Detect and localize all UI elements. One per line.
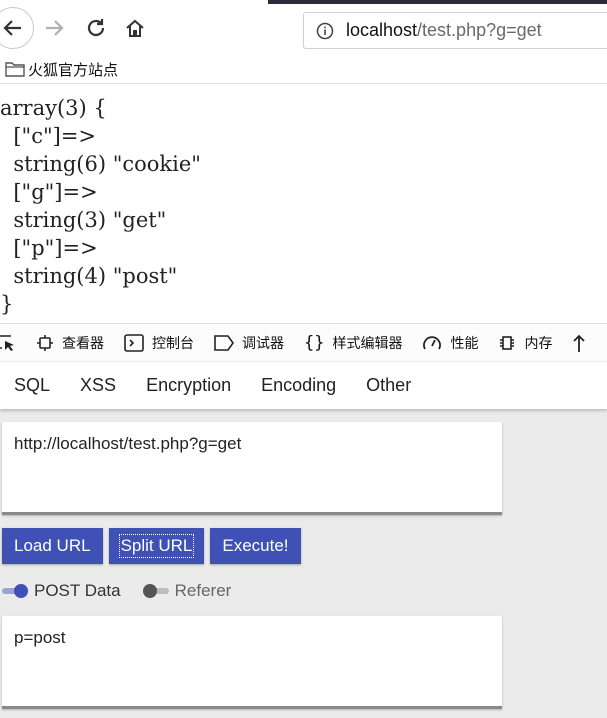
devtools-toolbar: 查看器 控制台 调试器 {} 样式编辑器 性能 内存 — [0, 323, 607, 361]
referer-toggle[interactable] — [142, 584, 171, 598]
toggle-knob — [142, 584, 157, 598]
menu-xss[interactable]: XSS — [80, 375, 116, 396]
divider — [0, 83, 607, 84]
dump-line: } — [0, 292, 14, 316]
tab-inspector[interactable]: 查看器 — [36, 333, 104, 353]
bookmark-toolbar: 火狐官方站点 — [0, 56, 607, 82]
back-button[interactable] — [0, 7, 34, 49]
arrow-left-icon — [3, 20, 21, 36]
action-buttons: Load URL Split URL Execute! — [2, 528, 307, 564]
split-url-button[interactable]: Split URL — [108, 528, 205, 564]
reload-icon — [87, 19, 105, 37]
performance-icon — [422, 334, 442, 352]
hackbar-panel: http://localhost/test.php?g=get Load URL… — [0, 409, 607, 718]
forward-button[interactable] — [40, 14, 68, 42]
post-data-textarea[interactable]: p=post — [2, 616, 502, 709]
tab-debugger[interactable]: 调试器 — [214, 333, 284, 353]
folder-icon — [5, 61, 25, 77]
tab-memory-label: 内存 — [524, 335, 553, 352]
menu-encryption[interactable]: Encryption — [146, 375, 231, 396]
post-data-label: POST Data — [34, 581, 121, 600]
pick-element-button[interactable] — [0, 333, 18, 353]
home-button[interactable] — [121, 14, 149, 42]
tab-style-editor-label: 样式编辑器 — [332, 335, 403, 352]
home-icon — [126, 19, 144, 37]
info-icon[interactable] — [316, 22, 334, 40]
arrow-right-icon — [46, 20, 64, 36]
tab-console[interactable]: 控制台 — [124, 333, 194, 353]
tab-performance-label: 性能 — [450, 335, 479, 352]
tab-style-editor[interactable]: {} 样式编辑器 — [304, 333, 402, 353]
pick-element-icon — [0, 334, 14, 351]
debugger-icon — [214, 334, 234, 351]
reload-button[interactable] — [82, 14, 110, 42]
url-path: /test.php?g=get — [417, 20, 542, 40]
menu-other[interactable]: Other — [366, 375, 411, 396]
tab-memory[interactable]: 内存 — [498, 333, 552, 353]
inspector-icon — [36, 334, 54, 352]
menu-encoding[interactable]: Encoding — [261, 375, 336, 396]
load-url-button[interactable]: Load URL — [2, 528, 103, 564]
dump-line: ["p"]=> — [0, 236, 98, 260]
bookmark-item[interactable]: 火狐官方站点 — [28, 59, 118, 80]
more-tabs-button[interactable] — [572, 333, 586, 353]
execute-label: Execute! — [222, 536, 289, 555]
url-textarea[interactable]: http://localhost/test.php?g=get — [2, 422, 502, 515]
options-row: POST Data Referer — [2, 581, 253, 601]
window-top-strip — [268, 0, 607, 4]
dump-line: string(4) "post" — [0, 264, 178, 288]
hackbar-menu: SQL XSS Encryption Encoding Other — [0, 361, 607, 409]
execute-button[interactable]: Execute! — [210, 528, 301, 564]
dump-line: ["g"]=> — [0, 180, 98, 204]
dump-line: array(3) { — [0, 96, 107, 120]
dump-line: string(3) "get" — [0, 208, 167, 232]
referer-label: Referer — [174, 581, 232, 600]
address-bar[interactable]: localhost/test.php?g=get — [303, 12, 607, 49]
load-url-label: Load URL — [14, 536, 91, 555]
post-data-toggle[interactable] — [2, 584, 30, 598]
braces-icon: {} — [304, 332, 325, 353]
console-icon — [124, 333, 144, 352]
arrow-up-icon — [573, 334, 586, 352]
navigation-toolbar: localhost/test.php?g=get — [0, 0, 607, 56]
tab-console-label: 控制台 — [152, 335, 194, 352]
var-dump-output: array(3) { ["c"]=> string(6) "cookie" ["… — [0, 94, 201, 318]
tab-inspector-label: 查看器 — [62, 335, 104, 352]
memory-icon — [498, 334, 516, 352]
tab-debugger-label: 调试器 — [242, 335, 284, 352]
menu-sql[interactable]: SQL — [14, 375, 50, 396]
tab-performance[interactable]: 性能 — [422, 333, 478, 353]
dump-line: string(6) "cookie" — [0, 152, 201, 176]
toggle-knob — [14, 584, 28, 598]
url-host: localhost — [346, 20, 418, 40]
dump-line: ["c"]=> — [0, 124, 97, 148]
split-url-label: Split URL — [118, 534, 195, 558]
